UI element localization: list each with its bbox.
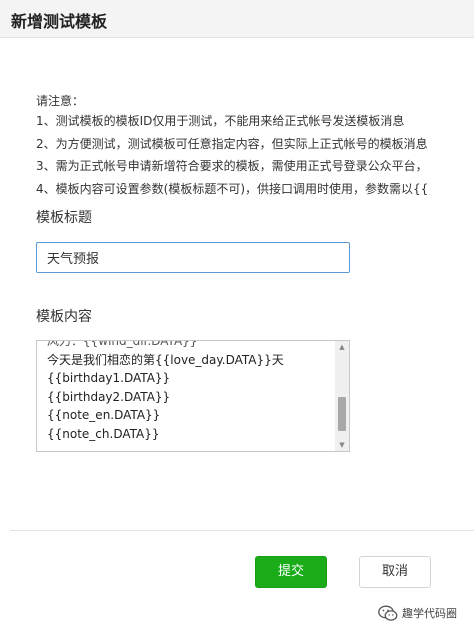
- watermark: 趣学代码圈: [378, 598, 474, 628]
- footer-divider: [10, 530, 474, 531]
- content-line: {{note_en.DATA}}: [47, 408, 161, 423]
- cancel-button[interactable]: 取消: [359, 556, 431, 588]
- notice-section: 请注意： 1、测试模板的模板ID仅用于测试，不能用来给正式帐号发送模板消息 2、…: [36, 92, 474, 202]
- content-line: {{birthday1.DATA}}: [47, 371, 171, 386]
- scroll-up-icon[interactable]: ▲: [335, 341, 349, 353]
- scroll-thumb[interactable]: [338, 397, 346, 431]
- content-line: 今天是我们相恋的第{{love_day.DATA}}天: [47, 352, 284, 367]
- content-line: {{birthday2.DATA}}: [47, 389, 171, 404]
- template-title-input[interactable]: [36, 242, 350, 273]
- watermark-text: 趣学代码圈: [402, 607, 457, 620]
- content-line: {{note_ch.DATA}}: [47, 426, 160, 441]
- scroll-down-icon[interactable]: ▼: [335, 439, 349, 451]
- notice-line: 3、需为正式帐号申请新增符合要求的模板，需使用正式号登录公众平台，: [36, 159, 428, 173]
- notice-heading: 请注意：: [36, 94, 85, 108]
- notice-line: 1、测试模板的模板ID仅用于测试，不能用来给正式帐号发送模板消息: [36, 114, 405, 128]
- dialog-header: 新增测试模板: [0, 0, 474, 38]
- wechat-icon: [378, 605, 398, 621]
- notice-line: 2、为方便测试，测试模板可任意指定内容，但实际上正式帐号的模板消息: [36, 136, 428, 151]
- submit-button[interactable]: 提交: [255, 556, 327, 588]
- dialog-title: 新增测试模板: [11, 12, 108, 31]
- template-content-textarea[interactable]: 风力：{{wind_dir.DATA}} 今天是我们相恋的第{{love_day…: [36, 340, 350, 452]
- template-content-label: 模板内容: [36, 309, 92, 325]
- template-content-lines: 风力：{{wind_dir.DATA}} 今天是我们相恋的第{{love_day…: [47, 340, 332, 444]
- content-line: 风力：{{wind_dir.DATA}}: [47, 340, 198, 348]
- content-scrollbar[interactable]: ▲ ▼: [335, 341, 349, 451]
- notice-line: 4、模板内容可设置参数(模板标题不可)，供接口调用时使用，参数需以{{: [36, 181, 429, 196]
- template-title-label: 模板标题: [36, 210, 92, 226]
